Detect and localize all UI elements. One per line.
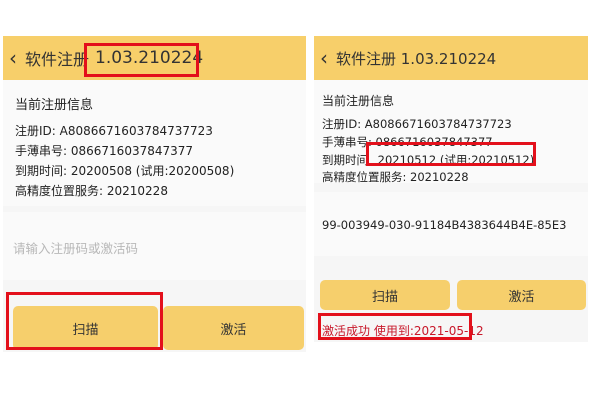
code-input[interactable]: 99-003949-030-91184B4383644B4E-85E3 <box>314 192 588 256</box>
expiry-row: 到期时间: 20200508 (试用:20200508) <box>15 162 234 179</box>
serial-row: 手薄串号: 0866716037847377 <box>322 134 493 150</box>
chevron-left-icon[interactable]: ‹ <box>9 48 17 68</box>
reg-id-row: 注册ID: A8086671603784737723 <box>15 122 213 139</box>
header-bar: ‹ 软件注册 1.03.210224 <box>314 36 588 80</box>
reg-id-label: 注册ID: <box>322 117 362 131</box>
serial-label: 手薄串号: <box>15 144 68 158</box>
serial-row: 手薄串号: 0866716037847377 <box>15 142 193 159</box>
reg-id-value: A8086671603784737723 <box>364 117 512 131</box>
service-value: 20210228 <box>106 184 168 198</box>
registration-info: 当前注册信息 注册ID: A8086671603784737723 手薄串号: … <box>314 80 588 185</box>
serial-value: 0866716037847377 <box>70 144 194 158</box>
expiry-label: 到期时间 <box>322 153 368 167</box>
activation-status: 激活成功 使用到:2021-05-12 <box>322 324 484 338</box>
serial-value: 0866716037847377 <box>375 135 493 149</box>
activate-button[interactable]: 激活 <box>163 306 304 350</box>
info-title: 当前注册信息 <box>15 98 94 113</box>
service-label: 高精度位置服务: <box>322 170 407 184</box>
activate-button[interactable]: 激活 <box>457 280 586 310</box>
expiry-value: 20200508 (试用:20200508) <box>70 164 235 178</box>
right-screen: ‹ 软件注册 1.03.210224 当前注册信息 注册ID: A8086671… <box>314 36 588 342</box>
left-screen: ‹ 软件注册 1.03.210224 当前注册信息 注册ID: A8086671… <box>3 36 306 352</box>
code-input-placeholder: 请输入注册码或激活码 <box>13 241 139 256</box>
info-title: 当前注册信息 <box>322 94 395 108</box>
registration-info: 当前注册信息 注册ID: A8086671603784737723 手薄串号: … <box>3 80 306 206</box>
reg-id-value: A8086671603784737723 <box>59 124 213 138</box>
reg-id-row: 注册ID: A8086671603784737723 <box>322 116 512 132</box>
service-label: 高精度位置服务: <box>15 184 104 198</box>
reg-id-label: 注册ID: <box>15 124 56 138</box>
expiry-label: 到期时间: <box>15 164 68 178</box>
code-input[interactable]: 请输入注册码或激活码 <box>3 212 306 280</box>
page-title: 软件注册 <box>25 50 90 69</box>
chevron-left-icon[interactable]: ‹ <box>320 48 328 68</box>
expiry-row: 到期时间 20210512 (试用:20210512) <box>322 152 534 168</box>
service-row: 高精度位置服务: 20210228 <box>322 169 469 185</box>
page-title: 软件注册 1.03.210224 <box>336 49 497 68</box>
scan-button[interactable]: 扫描 <box>13 306 158 350</box>
service-value: 20210228 <box>410 170 469 184</box>
serial-label: 手薄串号: <box>322 135 372 149</box>
expiry-value: 20210512 (试用:20210512) <box>377 153 535 167</box>
code-input-value: 99-003949-030-91184B4383644B4E-85E3 <box>322 218 567 232</box>
scan-button[interactable]: 扫描 <box>320 280 450 310</box>
header-bar: ‹ 软件注册 1.03.210224 <box>3 36 306 80</box>
version-number: 1.03.210224 <box>95 48 204 68</box>
service-row: 高精度位置服务: 20210228 <box>15 182 168 199</box>
